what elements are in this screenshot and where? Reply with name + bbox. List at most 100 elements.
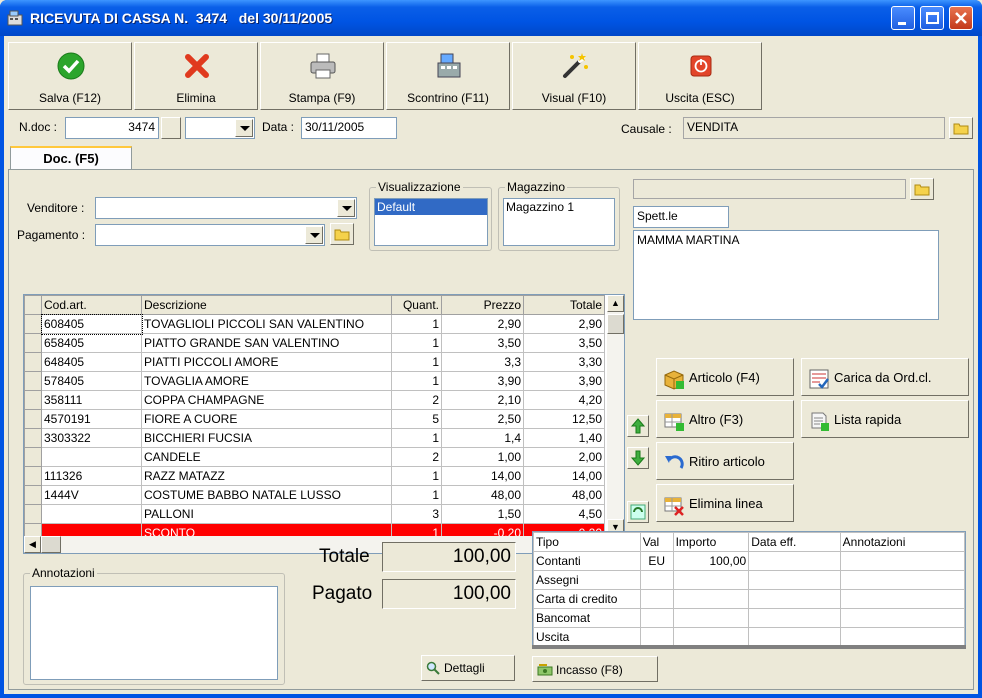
table-row[interactable]: PALLONI 3 1,50 4,50: [24, 504, 605, 524]
grid-cell-code[interactable]: 3303322: [41, 428, 142, 448]
customer-code-field[interactable]: [633, 179, 906, 199]
row-indicator[interactable]: [24, 428, 42, 448]
payment-row[interactable]: Carta di credito: [533, 589, 966, 609]
payment-cell-tipo[interactable]: Uscita: [533, 627, 641, 647]
table-row[interactable]: 648405 PIATTI PICCOLI AMORE 1 3,3 3,30: [24, 352, 605, 372]
visual-button[interactable]: Visual (F10): [512, 42, 636, 110]
payment-cell-importo[interactable]: [672, 627, 750, 647]
grid-cell-desc[interactable]: RAZZ MATAZZ: [141, 466, 392, 486]
ritiro-articolo-button[interactable]: Ritiro articolo: [656, 442, 794, 480]
payment-cell-note[interactable]: [839, 608, 966, 628]
chevron-down-icon[interactable]: [337, 199, 355, 217]
grid-cell-desc[interactable]: FIORE A CUORE: [141, 409, 392, 429]
date-field[interactable]: 30/11/2005: [301, 117, 397, 139]
payment-cell-tipo[interactable]: Carta di credito: [533, 589, 641, 609]
grid-cell-total[interactable]: 2,90: [523, 314, 605, 334]
grid-cell-total[interactable]: 48,00: [523, 485, 605, 505]
pagamento-folder-button[interactable]: [330, 223, 354, 245]
grid-header-cell[interactable]: Descrizione: [141, 295, 392, 315]
payment-cell-importo[interactable]: [672, 570, 750, 590]
grid-cell-price[interactable]: 3,50: [441, 333, 524, 353]
payments-table[interactable]: Tipo Val Importo Data eff. Annotazioni Contan…: [532, 531, 966, 649]
grid-vertical-scrollbar[interactable]: ▲ ▼: [607, 295, 624, 536]
payment-row[interactable]: Bancomat: [533, 608, 966, 628]
causale-field[interactable]: VENDITA: [683, 117, 945, 139]
row-indicator[interactable]: [24, 485, 42, 505]
ndoc-series-combo[interactable]: [185, 117, 255, 139]
payment-row[interactable]: Contanti EU 100,00: [533, 551, 966, 571]
ndoc-field[interactable]: 3474: [65, 117, 159, 139]
chevron-down-icon[interactable]: [235, 119, 253, 137]
carica-ordcl-button[interactable]: Carica da Ord.cl.: [801, 358, 969, 396]
grid-cell-desc[interactable]: PIATTI PICCOLI AMORE: [141, 352, 392, 372]
exit-button[interactable]: Uscita (ESC): [638, 42, 762, 110]
payment-cell-val[interactable]: [639, 608, 674, 628]
grid-cell-qty[interactable]: 1: [391, 428, 442, 448]
grid-cell-qty[interactable]: 1: [391, 485, 442, 505]
grid-cell-total[interactable]: 2,00: [523, 447, 605, 467]
grid-cell-qty[interactable]: 3: [391, 504, 442, 524]
articolo-button[interactable]: Articolo (F4): [656, 358, 794, 396]
grid-cell-desc[interactable]: PALLONI: [141, 504, 392, 524]
row-indicator[interactable]: [24, 447, 42, 467]
elimina-linea-button[interactable]: Elimina linea: [656, 484, 794, 522]
grid-cell-qty[interactable]: 1: [391, 371, 442, 391]
chevron-down-icon[interactable]: [305, 226, 323, 244]
payment-cell-tipo[interactable]: Contanti: [533, 551, 641, 571]
table-row[interactable]: 1444V COSTUME BABBO NATALE LUSSO 1 48,00 48,…: [24, 485, 605, 505]
customer-folder-button[interactable]: [910, 178, 934, 200]
grid-cell-desc[interactable]: CANDELE: [141, 447, 392, 467]
row-indicator[interactable]: [24, 409, 42, 429]
grid-cell-desc[interactable]: BICCHIERI FUCSIA: [141, 428, 392, 448]
grid-cell-desc[interactable]: TOVAGLIOLI PICCOLI SAN VALENTINO: [141, 314, 392, 334]
grid-cell-code[interactable]: [41, 504, 142, 524]
row-indicator[interactable]: [24, 314, 42, 334]
receipt-button[interactable]: Scontrino (F11): [386, 42, 510, 110]
grid-cell-price[interactable]: 3,90: [441, 371, 524, 391]
tab-doc[interactable]: Doc. (F5): [10, 146, 132, 170]
save-button[interactable]: Salva (F12): [8, 42, 132, 110]
grid-cell-total[interactable]: 3,90: [523, 371, 605, 391]
grid-cell-total[interactable]: 3,50: [523, 333, 605, 353]
payment-cell-data[interactable]: [748, 551, 841, 571]
notes-textarea[interactable]: [30, 586, 278, 680]
row-indicator[interactable]: [24, 333, 42, 353]
grid-cell-qty[interactable]: 1: [391, 466, 442, 486]
grid-cell-price[interactable]: 1,00: [441, 447, 524, 467]
payment-cell-note[interactable]: [839, 570, 966, 590]
grid-cell-code[interactable]: 648405: [41, 352, 142, 372]
visualizzazione-list[interactable]: Default: [374, 198, 488, 246]
altro-button[interactable]: Altro (F3): [656, 400, 794, 438]
table-row[interactable]: 578405 TOVAGLIA AMORE 1 3,90 3,90: [24, 371, 605, 391]
grid-cell-desc[interactable]: TOVAGLIA AMORE: [141, 371, 392, 391]
grid-cell-total[interactable]: 3,30: [523, 352, 605, 372]
magazzino-list[interactable]: Magazzino 1: [503, 198, 615, 246]
grid-cell-qty[interactable]: 2: [391, 390, 442, 410]
payment-cell-note[interactable]: [839, 589, 966, 609]
grid-header-cell[interactable]: Prezzo: [441, 295, 524, 315]
grid-cell-desc[interactable]: COPPA CHAMPAGNE: [141, 390, 392, 410]
minimize-button[interactable]: [891, 6, 915, 30]
grid-header-cell[interactable]: Totale: [523, 295, 605, 315]
grid-cell-total[interactable]: 14,00: [523, 466, 605, 486]
venditore-combo[interactable]: [95, 197, 357, 219]
refresh-button[interactable]: [627, 501, 649, 523]
table-row[interactable]: 358111 COPPA CHAMPAGNE 2 2,10 4,20: [24, 390, 605, 410]
table-row[interactable]: 111326 RAZZ MATAZZ 1 14,00 14,00: [24, 466, 605, 486]
payment-row[interactable]: Uscita: [533, 627, 966, 647]
items-grid[interactable]: Cod.art. Descrizione Quant. Prezzo Totale 60…: [23, 294, 625, 554]
table-row[interactable]: 608405 TOVAGLIOLI PICCOLI SAN VALENTINO 1 2…: [24, 313, 605, 335]
grid-cell-qty[interactable]: 1: [391, 314, 442, 334]
scroll-left-icon[interactable]: ◀: [24, 536, 41, 553]
grid-cell-price[interactable]: 3,3: [441, 352, 524, 372]
move-down-button[interactable]: [627, 447, 649, 469]
grid-cell-price[interactable]: 48,00: [441, 485, 524, 505]
customer-name-field[interactable]: MAMMA MARTINA: [633, 230, 939, 320]
payment-cell-val[interactable]: [639, 589, 674, 609]
payment-cell-data[interactable]: [748, 589, 841, 609]
scroll-thumb[interactable]: [607, 314, 624, 334]
grid-cell-total[interactable]: 1,40: [523, 428, 605, 448]
maximize-button[interactable]: [920, 6, 944, 30]
grid-cell-code[interactable]: 578405: [41, 371, 142, 391]
row-indicator[interactable]: [24, 352, 42, 372]
